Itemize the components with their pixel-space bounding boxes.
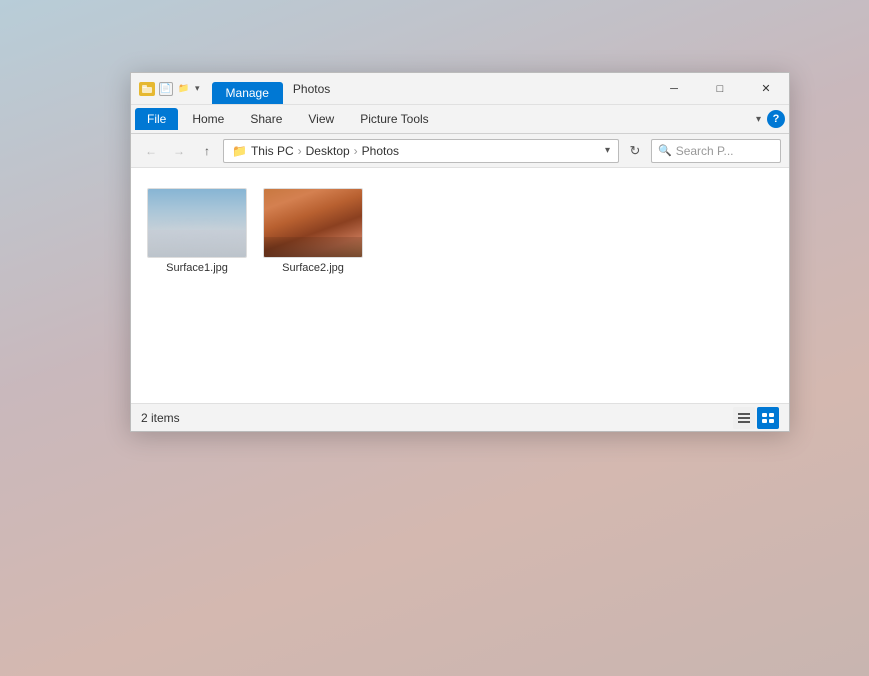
path-dropdown-icon[interactable]: ▾ xyxy=(605,145,610,156)
close-button[interactable]: ✕ xyxy=(743,73,789,105)
file-name-surface2: Surface2.jpg xyxy=(282,262,344,274)
detail-view-icon xyxy=(738,413,750,423)
help-button[interactable]: ? xyxy=(767,110,785,128)
explorer-window: 📄 📁 ▾ Manage Photos ─ □ ✕ File Home Shar… xyxy=(130,72,790,432)
large-icon-view-button[interactable] xyxy=(757,407,779,429)
file-grid: Surface1.jpg Surface2.jpg xyxy=(147,184,773,278)
view-controls xyxy=(733,407,779,429)
file-item-surface2[interactable]: Surface2.jpg xyxy=(263,184,363,278)
detail-view-button[interactable] xyxy=(733,407,755,429)
item-count: 2 items xyxy=(141,411,180,425)
tab-picture-tools[interactable]: Picture Tools xyxy=(348,108,440,130)
ribbon-actions: ▾ ? xyxy=(756,110,785,128)
back-button[interactable]: ← xyxy=(139,139,163,163)
tab-manage[interactable]: Manage xyxy=(212,82,283,104)
tab-share[interactable]: Share xyxy=(238,108,294,130)
forward-button[interactable]: → xyxy=(167,139,191,163)
maximize-button[interactable]: □ xyxy=(697,73,743,105)
search-icon: 🔍 xyxy=(658,144,672,157)
file-item-surface1[interactable]: Surface1.jpg xyxy=(147,184,247,278)
title-bar-tabs: Manage Photos xyxy=(208,73,651,104)
path-sep-1: › xyxy=(298,144,302,158)
tab-home[interactable]: Home xyxy=(180,108,236,130)
folder-icon xyxy=(139,82,155,96)
qat-dropdown-icon[interactable]: ▾ xyxy=(195,83,200,94)
ribbon: File Home Share View Picture Tools ▾ ? xyxy=(131,105,789,134)
path-sep-2: › xyxy=(354,144,358,158)
path-desktop: Desktop xyxy=(306,144,350,158)
content-area: Surface1.jpg Surface2.jpg xyxy=(131,168,789,403)
qat-folder-icon[interactable]: 📁 xyxy=(177,82,191,96)
thumbnail-surface1 xyxy=(147,188,247,258)
thumbnail-surface2 xyxy=(263,188,363,258)
address-path[interactable]: 📁 This PC › Desktop › Photos ▾ xyxy=(223,139,619,163)
ribbon-collapse-icon[interactable]: ▾ xyxy=(756,114,761,125)
path-folder-icon: 📁 xyxy=(232,144,247,158)
status-bar: 2 items xyxy=(131,403,789,431)
search-box[interactable]: 🔍 Search P... xyxy=(651,139,781,163)
window-title: Photos xyxy=(283,78,340,100)
tab-view[interactable]: View xyxy=(296,108,346,130)
title-bar: 📄 📁 ▾ Manage Photos ─ □ ✕ xyxy=(131,73,789,105)
file-name-surface1: Surface1.jpg xyxy=(166,262,228,274)
thumb-image-surface1 xyxy=(148,189,246,257)
path-photos: Photos xyxy=(362,144,399,158)
address-bar: ← → ↑ 📁 This PC › Desktop › Photos ▾ ↻ 🔍… xyxy=(131,134,789,168)
refresh-button[interactable]: ↻ xyxy=(623,139,647,163)
path-this-pc: This PC xyxy=(251,144,294,158)
tab-file[interactable]: File xyxy=(135,108,178,130)
large-icon-view-icon xyxy=(762,413,774,423)
search-placeholder: Search P... xyxy=(676,144,734,158)
ribbon-tabs: File Home Share View Picture Tools ▾ ? xyxy=(131,105,789,133)
minimize-button[interactable]: ─ xyxy=(651,73,697,105)
thumb-image-surface2 xyxy=(264,189,362,257)
quick-access-toolbar: 📄 📁 ▾ xyxy=(131,73,208,104)
qat-pin-icon[interactable]: 📄 xyxy=(159,82,173,96)
up-button[interactable]: ↑ xyxy=(195,139,219,163)
window-controls: ─ □ ✕ xyxy=(651,73,789,104)
